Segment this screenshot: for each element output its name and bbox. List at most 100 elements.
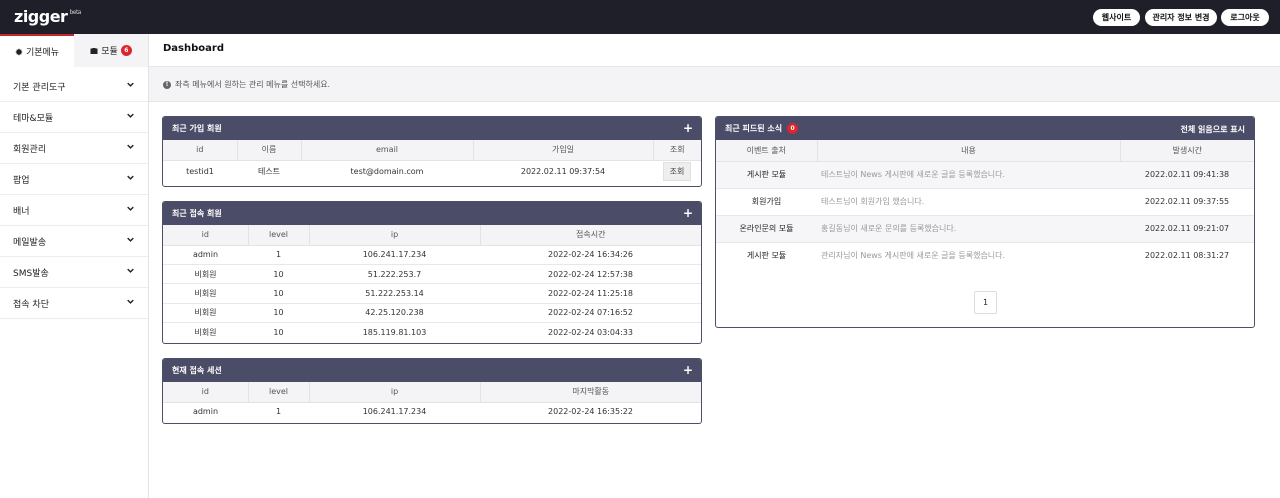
main-header: Dashboard [149,34,1280,67]
website-button[interactable]: 웹사이트 [1093,9,1140,26]
panel-header: 최근 접속 회원 + [163,202,701,225]
sidebar-item-label: SMS발송 [13,268,49,279]
panel-title: 현재 접속 세션 [172,366,222,375]
cell-level: 1 [275,407,282,417]
sidebar-item-popup[interactable]: 팝업 [0,164,148,195]
column-header: 이름 [237,140,302,161]
chevron-down-icon [127,299,134,304]
tab-basic-menu-label: 기본메뉴 [25,48,60,58]
cell-time: 2022-02-24 16:34:26 [480,245,701,265]
recent-visitors-panel: 최근 접속 회원 + id level ip 접속시간 admin 1 106.24… [162,201,702,344]
cell-content: 테스트님이 News 게시판에 새로운 글을 등록했습니다. [817,161,1120,189]
table-row: 비회원 10 42.25.120.238 2022-02-24 07:16:52 [163,303,701,324]
cell-email: test@domain.com [350,167,424,177]
notice-text: 좌측 메뉴에서 원하는 관리 메뉴를 선택하세요. [175,80,331,89]
cell-time: 2022.02.11 09:37:55 [1120,188,1254,216]
cell-id: admin [163,245,248,265]
panel-title: 최근 피드된 소식 [725,124,783,133]
sidebar-item-label: 회원관리 [13,144,47,155]
table-row: admin 1 106.241.17.234 2022-02-24 16:35:22 [163,402,701,421]
cell-ip: 185.119.81.103 [362,328,427,337]
table-row: 비회원 10 51.222.253.14 2022-02-24 11:25:18 [163,283,701,304]
cell-ip: 51.222.253.7 [309,264,480,285]
tab-modules-label: 모듈 [101,47,118,57]
sidebar-item-block[interactable]: 접속 차단 [0,288,148,319]
top-bar: zigger beta 웹사이트 관리자 정보 변경 로그아웃 [0,0,1280,34]
feeds-panel: 최근 피드된 소식 0 전체 읽음으로 표시 이벤트 출처 내용 발생시간 게시… [715,116,1255,328]
column-header: id [163,225,249,246]
sidebar-item-sms[interactable]: SMS발송 [0,257,148,288]
tab-modules[interactable]: 모듈 6 [74,34,148,67]
gear-icon [15,48,23,55]
cell-level: 10 [273,328,284,337]
chevron-down-icon [127,113,134,118]
modules-badge: 6 [120,45,132,56]
plus-icon[interactable]: + [683,363,693,377]
cell-ip: 51.222.253.14 [309,283,480,304]
column-header: ip [309,225,481,246]
column-header: 이벤트 출처 [716,140,818,162]
sidebar-item-label: 메일발송 [13,237,47,248]
info-icon: ! [163,80,171,89]
cell-time: 2022.02.11 09:21:07 [1120,215,1254,243]
table-row[interactable]: 회원가입 테스트님이 회원가입 했습니다. 2022.02.11 09:37:55 [716,188,1254,216]
tab-basic-menu[interactable]: 기본메뉴 [0,34,74,67]
plus-icon[interactable]: + [683,206,693,220]
mark-all-read-link[interactable]: 전체 읽음으로 표시 [1181,124,1245,135]
panel-header: 현재 접속 세션 + [163,359,701,382]
table-row[interactable]: 온라인문의 모듈 홍길동님이 새로운 문의를 등록했습니다. 2022.02.11 … [716,215,1254,243]
column-header: ip [309,382,481,403]
chevron-down-icon [127,237,134,242]
cell-id: admin [192,407,219,417]
recent-members-table: id 이름 email 가입일 조회 testid1 테스트 test@doma… [163,140,701,183]
chevron-down-icon [127,206,134,211]
sidebar-item-label: 배너 [13,206,30,217]
cell-time: 2022-02-24 03:04:33 [548,328,633,337]
sidebar: 기본메뉴 모듈 6 기본 관리도구 테마&모듈 회원관리 팝업 배너 메일발송 … [0,34,149,498]
table-row: admin 1 106.241.17.234 2022-02-24 16:34:26 [163,245,701,265]
sidebar-item-basic-tools[interactable]: 기본 관리도구 [0,71,148,102]
cell-source: 게시판 모듈 [716,161,817,189]
sidebar-item-members[interactable]: 회원관리 [0,133,148,164]
cell-ip: 106.241.17.234 [362,407,427,417]
plus-icon[interactable]: + [683,121,693,135]
column-header: 접속시간 [480,225,701,246]
cell-content: 관리자님이 News 게시판에 새로운 글을 등록했습니다. [821,251,1006,261]
table-row[interactable]: 게시판 모듈 관리자님이 News 게시판에 새로운 글을 등록했습니다. 2022… [716,242,1254,269]
logout-button[interactable]: 로그아웃 [1221,9,1269,26]
column-header: email [301,140,474,161]
sidebar-item-theme-module[interactable]: 테마&모듈 [0,102,148,133]
sidebar-item-mail[interactable]: 메일발송 [0,226,148,257]
cell-level: 1 [248,245,309,265]
cell-time: 2022-02-24 07:16:52 [480,303,701,324]
column-header: 내용 [817,140,1121,162]
cell-level: 10 [248,303,309,324]
cell-id: 비회원 [194,328,217,337]
cell-level: 10 [248,283,309,304]
table-row[interactable]: 게시판 모듈 테스트님이 News 게시판에 새로운 글을 등록했습니다. 2022… [716,161,1254,189]
sidebar-item-label: 테마&모듈 [13,113,54,124]
chevron-down-icon [127,175,134,180]
cell-source: 회원가입 [716,188,817,216]
sidebar-item-banner[interactable]: 배너 [0,195,148,226]
recent-visitors-table: id level ip 접속시간 admin 1 106.241.17.234 202… [163,225,701,342]
table-row: 비회원 10 185.119.81.103 2022-02-24 03:04:33 [163,323,701,342]
cell-id: 비회원 [163,264,248,285]
page-title: Dashboard [163,43,224,54]
cell-source: 게시판 모듈 [746,251,787,261]
logo[interactable]: zigger beta [14,7,81,26]
admin-info-button[interactable]: 관리자 정보 변경 [1145,9,1217,26]
cell-ip: 106.241.17.234 [309,245,480,265]
sessions-panel: 현재 접속 세션 + id level ip 마지막활동 admin 1 106.2… [162,358,702,424]
sidebar-item-label: 기본 관리도구 [13,82,66,93]
cell-action: 조회 [653,160,701,183]
column-header: 발생시간 [1120,140,1254,162]
sessions-table: id level ip 마지막활동 admin 1 106.241.17.234 20… [163,382,701,421]
cell-time: 2022-02-24 16:35:22 [548,407,633,417]
chevron-down-icon [127,82,134,87]
cell-id: testid1 [186,167,214,177]
panel-title: 최근 가입 회원 [172,124,222,133]
pagination-page[interactable]: 1 [974,291,997,314]
view-button[interactable]: 조회 [662,162,692,182]
chevron-down-icon [127,268,134,273]
